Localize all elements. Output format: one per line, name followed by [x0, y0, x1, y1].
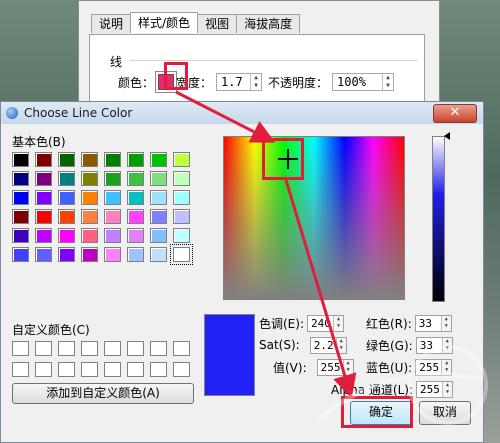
arrow-to-spectrum: [175, 90, 276, 143]
watermark-logo-icon: [316, 345, 488, 425]
